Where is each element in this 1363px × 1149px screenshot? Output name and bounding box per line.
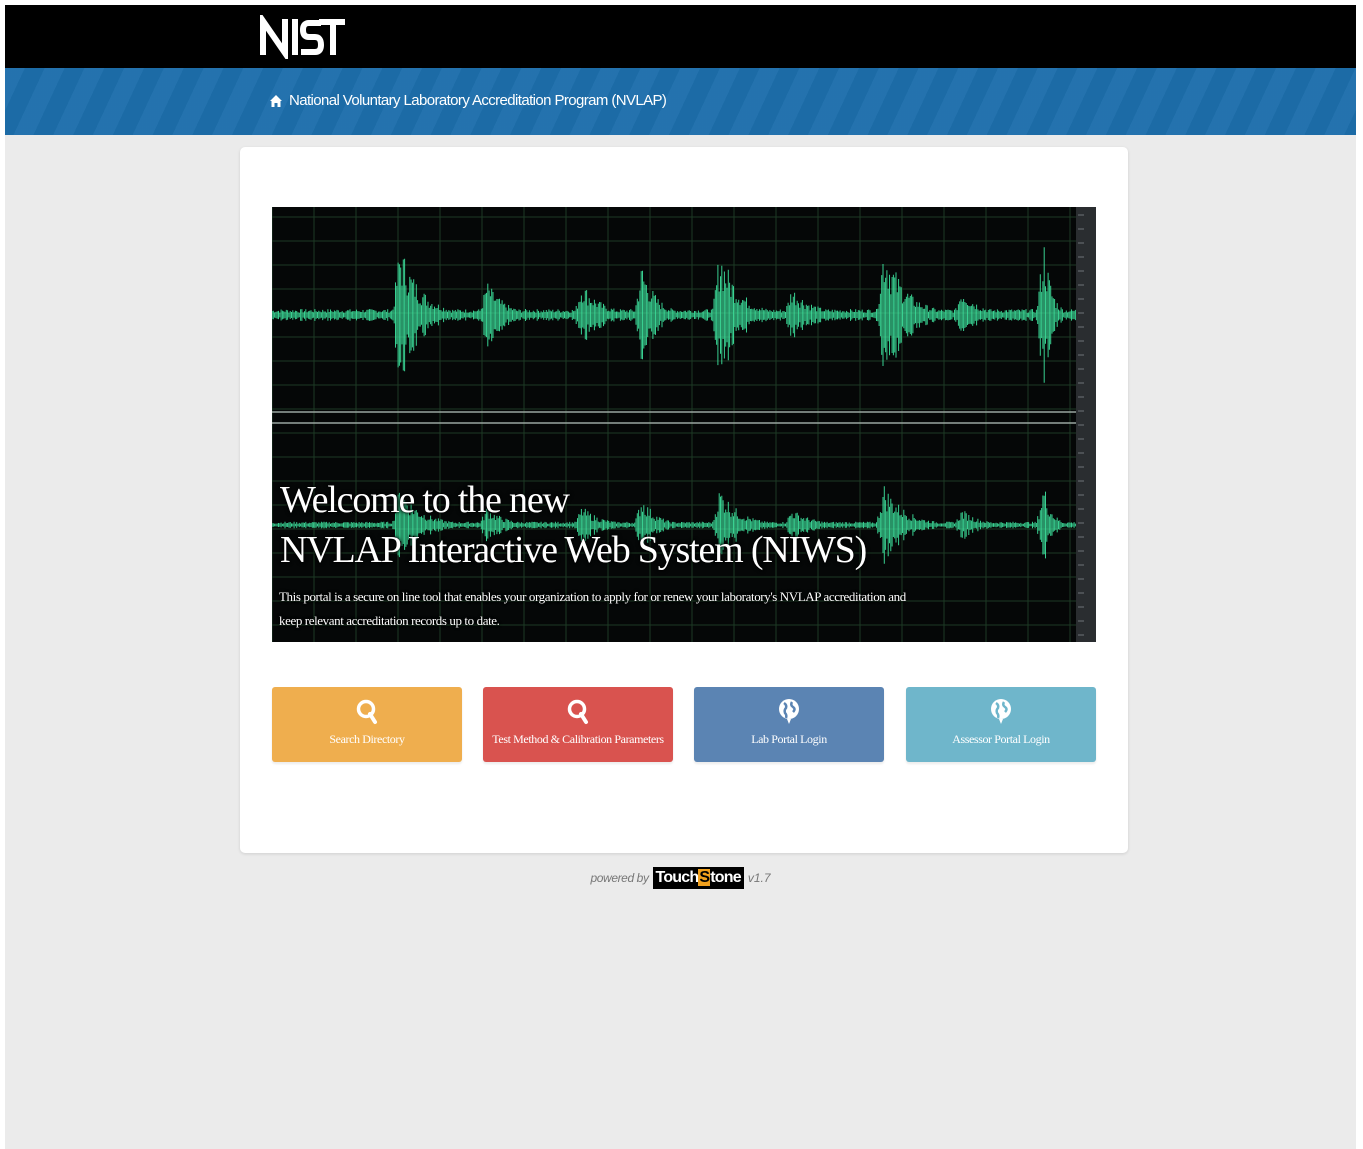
waveform-image bbox=[272, 207, 1096, 642]
assessor-portal-login-button[interactable]: Assessor Portal Login bbox=[906, 687, 1096, 762]
lab-portal-login-button[interactable]: Lab Portal Login bbox=[694, 687, 884, 762]
nav-link-label: National Voluntary Laboratory Accreditat… bbox=[289, 92, 667, 109]
search-directory-button[interactable]: Search Directory bbox=[272, 687, 462, 762]
program-nav-bar: National Voluntary Laboratory Accreditat… bbox=[5, 68, 1356, 135]
page: National Voluntary Laboratory Accreditat… bbox=[5, 5, 1356, 1149]
search-directory-label: Search Directory bbox=[329, 732, 405, 746]
search-icon bbox=[356, 699, 377, 724]
welcome-card: Welcome to the new NVLAP Interactive Web… bbox=[240, 147, 1128, 853]
top-bar bbox=[5, 5, 1356, 68]
hero-title-line-2: NVLAP Interactive Web System (NIWS) bbox=[280, 529, 867, 571]
touchstone-prefix: Touch bbox=[655, 869, 700, 886]
nist-logo[interactable] bbox=[259, 15, 349, 59]
hero-title-line-1: Welcome to the new bbox=[280, 479, 570, 521]
lab-portal-login-label: Lab Portal Login bbox=[751, 732, 827, 746]
touchstone-logo[interactable]: TouchStone bbox=[652, 867, 744, 889]
powered-by-text: powered by bbox=[590, 871, 649, 885]
waveform-trace bbox=[272, 247, 1076, 383]
globe-icon bbox=[991, 699, 1011, 724]
hero-title: Welcome to the new NVLAP Interactive Web… bbox=[280, 475, 867, 575]
hero-description: This portal is a secure on line tool tha… bbox=[279, 589, 906, 628]
hero-banner: Welcome to the new NVLAP Interactive Web… bbox=[272, 207, 1096, 642]
test-method-calibration-button[interactable]: Test Method & Calibration Parameters bbox=[483, 687, 673, 762]
footer: powered by TouchStone v1.7 bbox=[5, 867, 1356, 889]
search-icon bbox=[567, 699, 588, 724]
version-text: v1.7 bbox=[747, 871, 771, 885]
nvlap-home-link[interactable]: National Voluntary Laboratory Accreditat… bbox=[269, 92, 667, 109]
test-method-calibration-label: Test Method & Calibration Parameters bbox=[492, 732, 664, 746]
assessor-portal-login-label: Assessor Portal Login bbox=[952, 732, 1050, 746]
touchstone-suffix: tone bbox=[710, 869, 741, 886]
home-icon bbox=[270, 94, 282, 107]
touchstone-s-mark: S bbox=[698, 869, 711, 886]
globe-icon bbox=[779, 699, 799, 724]
